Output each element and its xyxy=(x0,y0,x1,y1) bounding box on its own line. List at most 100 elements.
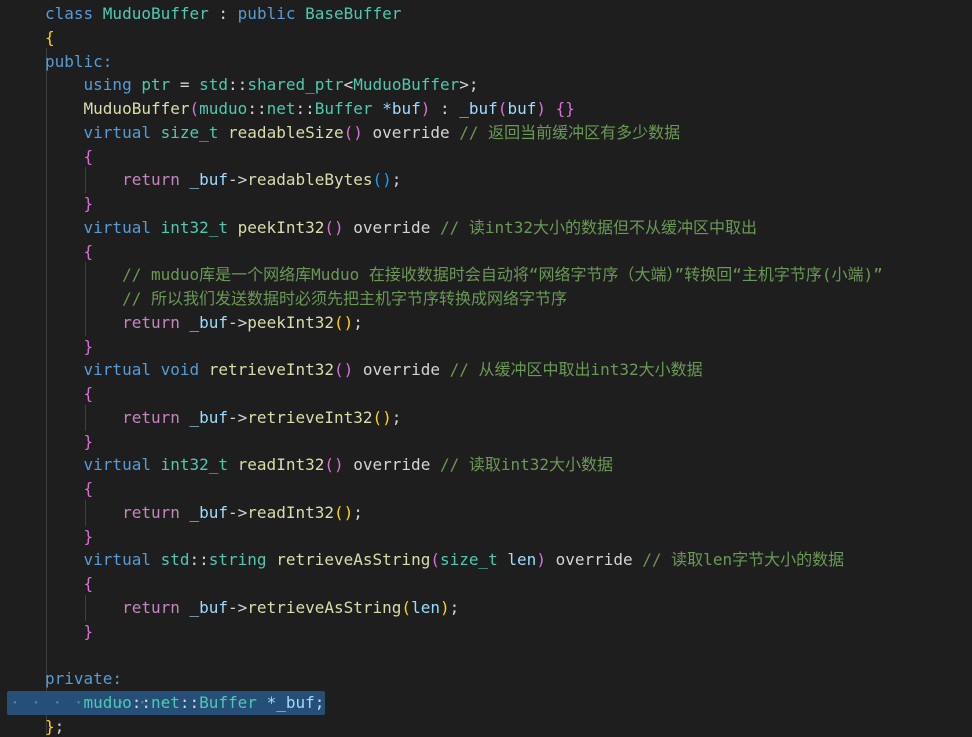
code-line[interactable]: } xyxy=(45,335,94,359)
code-line[interactable]: class MuduoBuffer : public BaseBuffer xyxy=(45,2,401,26)
code-line[interactable]: { xyxy=(45,382,94,406)
code-line[interactable]: { xyxy=(45,145,94,169)
code-token: } xyxy=(83,621,94,641)
code-token: // 返回当前缓冲区有多少数据 xyxy=(459,122,681,142)
code-line[interactable]: // 所以我们发送数据时必须先把主机字节序转换成网络字节序 xyxy=(45,287,567,311)
code-token: readInt32 xyxy=(247,502,334,522)
code-token: *buf xyxy=(382,99,421,118)
code-token: muduo xyxy=(199,99,248,118)
code-token: _buf xyxy=(189,502,229,522)
code-line[interactable]: { xyxy=(45,26,55,50)
code-line[interactable]: } xyxy=(45,430,94,454)
code-line[interactable]: using ptr = std::shared_ptr<MuduoBuffer>… xyxy=(45,73,479,97)
code-line[interactable]: return _buf->retrieveAsString(len); xyxy=(45,596,459,620)
code-line[interactable]: public: xyxy=(45,50,112,74)
code-token: ( xyxy=(189,99,200,118)
code-line[interactable]: virtual int32_t readInt32() override // … xyxy=(45,453,614,477)
code-token: } xyxy=(83,194,94,213)
code-token: return xyxy=(122,312,190,332)
code-token: :: xyxy=(228,75,248,95)
code-token: :: xyxy=(295,99,315,118)
code-line[interactable]: MuduoBuffer(muduo::net::Buffer *buf) : _… xyxy=(45,97,575,121)
code-line[interactable]: } xyxy=(45,620,94,644)
code-token: ; xyxy=(54,716,65,736)
code-token: :: xyxy=(131,692,151,712)
code-token: override xyxy=(343,455,440,475)
code-token: string xyxy=(208,550,277,570)
code-token: MuduoBuffer xyxy=(83,99,190,118)
code-token: shared_ptr xyxy=(247,75,344,95)
code-token: void xyxy=(160,360,209,380)
code-token: :: xyxy=(189,550,209,570)
code-token: () xyxy=(334,312,354,332)
code-token: override xyxy=(353,360,450,380)
code-line[interactable]: } xyxy=(45,525,94,549)
code-token: int32_t xyxy=(160,455,238,475)
code-token: ) xyxy=(536,99,546,118)
code-token: ptr xyxy=(141,75,171,95)
code-token: ( xyxy=(497,99,508,118)
code-token: len xyxy=(411,597,440,617)
code-line[interactable]: } xyxy=(45,192,94,216)
code-token: { xyxy=(83,241,94,261)
code-token: () xyxy=(334,502,354,522)
code-token: // 从缓冲区中取出int32大小数据 xyxy=(449,360,703,380)
code-token: -> xyxy=(228,407,248,427)
code-line[interactable]: virtual void retrieveInt32() override //… xyxy=(45,358,703,382)
code-line[interactable]: return _buf->readInt32(); xyxy=(45,501,363,525)
code-token: net xyxy=(266,99,296,118)
code-token: using xyxy=(83,75,142,95)
code-line[interactable]: { xyxy=(45,477,94,501)
code-token: // 读int32大小的数据但不从缓冲区中取出 xyxy=(439,217,758,237)
code-token: virtual xyxy=(83,455,161,475)
code-line[interactable]: virtual size_t readableSize() override /… xyxy=(45,121,681,145)
code-token: muduo xyxy=(83,692,132,712)
code-token: } xyxy=(83,431,94,451)
code-token: // muduo库是一个网络库Muduo 在接收数据时会自动将“网络字节序（大端… xyxy=(122,265,883,285)
code-token: () xyxy=(372,170,392,190)
code-line[interactable]: { xyxy=(45,572,94,596)
code-token: Buffer xyxy=(199,692,267,712)
code-line[interactable]: // muduo库是一个网络库Muduo 在接收数据时会自动将“网络字节序（大端… xyxy=(45,263,883,287)
code-token: { xyxy=(83,574,94,593)
code-token: ) xyxy=(420,99,431,118)
code-token: private: xyxy=(45,669,123,688)
code-line[interactable]: { xyxy=(45,240,94,264)
code-token: ; xyxy=(391,407,402,427)
code-token: :: xyxy=(179,692,200,712)
code-line[interactable]: virtual std::string retrieveAsString(siz… xyxy=(45,548,845,572)
code-token: *_buf xyxy=(266,692,315,712)
code-line[interactable]: muduo::net::Buffer *_buf; xyxy=(45,691,325,715)
code-line[interactable]: return _buf->retrieveInt32(); xyxy=(45,406,401,430)
code-token: virtual xyxy=(83,217,161,237)
code-line[interactable]: }; xyxy=(45,715,64,737)
code-token: _buf xyxy=(189,312,229,332)
code-line[interactable]: return _buf->peekInt32(); xyxy=(45,311,363,335)
code-token: public: xyxy=(45,51,113,71)
code-token: _buf xyxy=(189,407,229,427)
code-line[interactable]: return _buf->readableBytes(); xyxy=(45,168,401,192)
code-editor[interactable]: · · · · · · · · class MuduoBuffer : publ… xyxy=(0,0,972,737)
code-token: () xyxy=(324,455,344,475)
code-token: {} xyxy=(555,99,575,118)
code-line[interactable]: private: xyxy=(45,667,122,691)
code-token: // 读取len字节大小的数据 xyxy=(642,550,845,570)
code-token: MuduoBuffer xyxy=(102,4,209,23)
code-token: -> xyxy=(228,312,248,332)
code-token: override xyxy=(343,217,440,237)
code-line[interactable]: virtual int32_t peekInt32() override // … xyxy=(45,216,758,240)
code-token: readableSize xyxy=(228,122,344,142)
code-token: } xyxy=(45,716,55,736)
code-token: // 读取int32大小数据 xyxy=(439,455,614,475)
